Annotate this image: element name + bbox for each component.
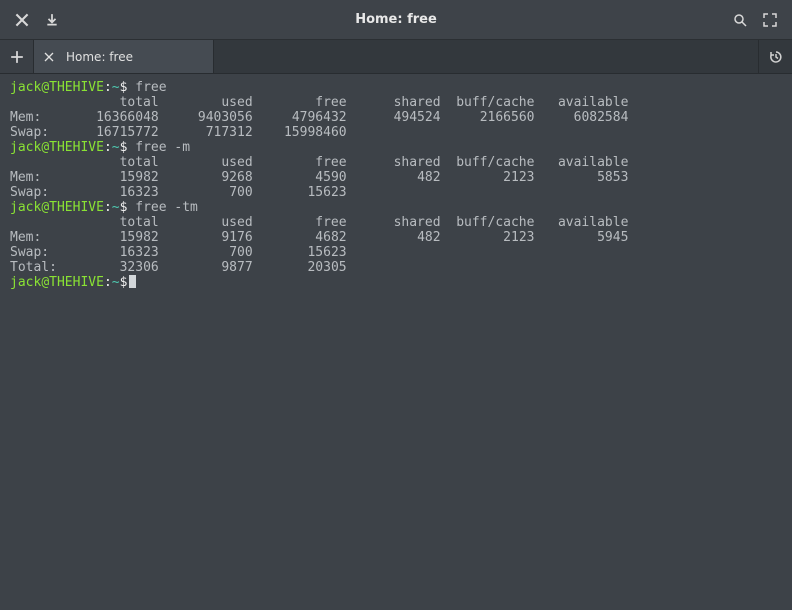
terminal-output[interactable]: jack@THEHIVE:~$ free total used free sha… bbox=[0, 74, 792, 610]
out1-mem: Mem: 16366048 9403056 4796432 494524 216… bbox=[10, 110, 628, 125]
download-icon bbox=[45, 13, 59, 27]
out3-swap: Swap: 16323 700 15623 bbox=[10, 245, 347, 260]
close-icon bbox=[15, 13, 29, 27]
tab-close-button[interactable] bbox=[40, 48, 58, 66]
close-icon bbox=[44, 52, 54, 62]
download-button[interactable] bbox=[40, 8, 64, 32]
out3-total: Total: 32306 9877 20305 bbox=[10, 260, 347, 275]
tabbar-spacer bbox=[214, 40, 758, 73]
cmd1: free bbox=[127, 80, 166, 95]
cursor bbox=[129, 275, 136, 288]
tabbar: Home: free bbox=[0, 40, 792, 74]
window-title: Home: free bbox=[64, 12, 728, 27]
search-button[interactable] bbox=[728, 8, 752, 32]
history-button[interactable] bbox=[758, 40, 792, 73]
tab-label: Home: free bbox=[66, 50, 133, 64]
out3-mem: Mem: 15982 9176 4682 482 2123 5945 bbox=[10, 230, 628, 245]
plus-icon bbox=[10, 50, 24, 64]
out2-swap: Swap: 16323 700 15623 bbox=[10, 185, 347, 200]
cmd2: free -m bbox=[127, 140, 190, 155]
out2-mem: Mem: 15982 9268 4590 482 2123 5853 bbox=[10, 170, 628, 185]
tab-home-free[interactable]: Home: free bbox=[34, 40, 214, 73]
prompt-at: @ bbox=[41, 80, 49, 95]
prompt-user: jack bbox=[10, 140, 41, 155]
cmd3: free -tm bbox=[127, 200, 197, 215]
history-icon bbox=[768, 49, 784, 65]
titlebar: Home: free bbox=[0, 0, 792, 40]
close-window-button[interactable] bbox=[10, 8, 34, 32]
hdr-row-2: total used free shared buff/cache availa… bbox=[10, 155, 628, 170]
hdr-row-3: total used free shared buff/cache availa… bbox=[10, 215, 628, 230]
fullscreen-icon bbox=[763, 13, 777, 27]
prompt-colon: : bbox=[104, 80, 112, 95]
prompt-host: THEHIVE bbox=[49, 80, 104, 95]
fullscreen-button[interactable] bbox=[758, 8, 782, 32]
search-icon bbox=[733, 13, 747, 27]
prompt-user: jack bbox=[10, 80, 41, 95]
hdr-row-1: total used free shared buff/cache availa… bbox=[10, 95, 628, 110]
out1-swap: Swap: 16715772 717312 15998460 bbox=[10, 125, 347, 140]
prompt-path: ~ bbox=[112, 80, 120, 95]
new-tab-button[interactable] bbox=[0, 40, 34, 73]
